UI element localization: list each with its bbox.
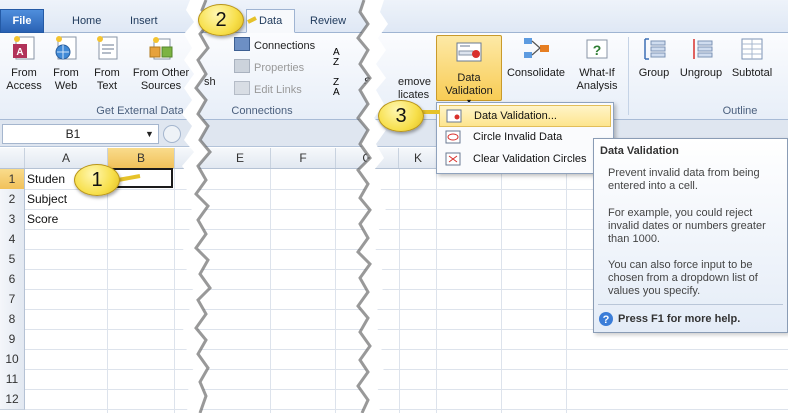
callout-1: 1	[74, 164, 120, 196]
callout-3: 3	[378, 100, 424, 132]
callout-arrows	[117, 16, 440, 182]
callout-2: 2	[198, 4, 244, 36]
